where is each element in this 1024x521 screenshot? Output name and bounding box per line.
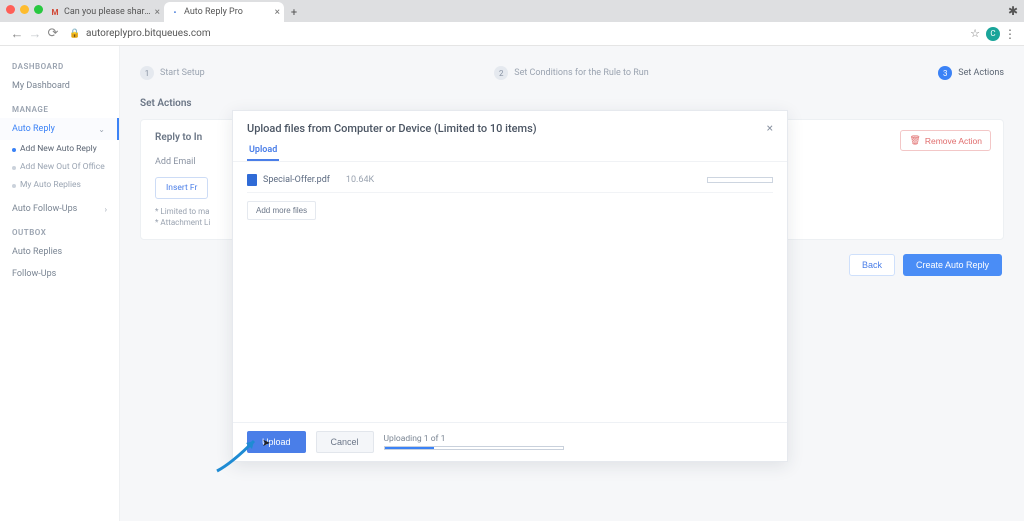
- gmail-icon: M: [50, 7, 60, 17]
- chevron-down-icon: ⌄: [98, 125, 105, 134]
- address-bar: ← → ⟳ 🔒 autoreplypro.bitqueues.com ☆ C ⋮: [0, 22, 1024, 46]
- sidebar-heading-outbox: OUTBOX: [0, 220, 119, 241]
- lock-icon: 🔒: [68, 29, 82, 39]
- profile-avatar[interactable]: C: [986, 27, 1000, 41]
- modal-title: Upload files from Computer or Device (Li…: [247, 122, 537, 135]
- tab-title: Can you please share your mo…: [64, 7, 152, 17]
- back-icon[interactable]: ←: [8, 26, 26, 42]
- sidebar-item-auto-followups[interactable]: Auto Follow-Ups›: [0, 198, 119, 220]
- modal-tab-upload[interactable]: Upload: [247, 141, 279, 161]
- minimize-window-icon[interactable]: [20, 5, 29, 14]
- close-window-icon[interactable]: [6, 5, 15, 14]
- file-icon: [247, 174, 257, 186]
- close-tab-icon[interactable]: ×: [155, 7, 160, 18]
- sidebar: DASHBOARD My Dashboard MANAGE Auto Reply…: [0, 46, 120, 521]
- new-tab-button[interactable]: +: [284, 2, 304, 22]
- sidebar-item-auto-reply[interactable]: Auto Reply⌄: [0, 118, 119, 140]
- sidebar-item-my-dashboard[interactable]: My Dashboard: [0, 75, 119, 97]
- insert-button[interactable]: Insert Fr: [155, 177, 208, 199]
- gear-icon[interactable]: ✱: [1008, 4, 1018, 18]
- step-3[interactable]: 3Set Actions: [938, 66, 1004, 80]
- back-button[interactable]: Back: [849, 254, 895, 276]
- file-name: Special-Offer.pdf: [263, 175, 330, 185]
- upload-modal: Upload files from Computer or Device (Li…: [232, 110, 788, 462]
- chevron-right-icon: ›: [105, 205, 107, 214]
- create-auto-reply-button[interactable]: Create Auto Reply: [903, 254, 1002, 276]
- sidebar-sub-my-auto-replies[interactable]: My Auto Replies: [0, 176, 119, 194]
- browser-menu-icon[interactable]: ⋮: [1004, 27, 1016, 41]
- file-size: 10.64K: [346, 175, 374, 185]
- add-more-files-button[interactable]: Add more files: [247, 201, 316, 220]
- sidebar-item-auto-replies[interactable]: Auto Replies: [0, 241, 119, 263]
- browser-tab-app[interactable]: • Auto Reply Pro ×: [164, 2, 284, 22]
- step-2[interactable]: 2Set Conditions for the Rule to Run: [494, 66, 648, 80]
- maximize-window-icon[interactable]: [34, 5, 43, 14]
- sidebar-sub-add-new-auto-reply[interactable]: Add New Auto Reply: [0, 140, 119, 158]
- sidebar-sub-add-new-ooo[interactable]: Add New Out Of Office: [0, 158, 119, 176]
- sidebar-heading-dashboard: DASHBOARD: [0, 54, 119, 75]
- reload-icon[interactable]: ⟳: [44, 26, 62, 41]
- stepper: 1Start Setup 2Set Conditions for the Rul…: [140, 58, 1004, 96]
- window-controls: [6, 5, 43, 14]
- browser-tab-strip: M Can you please share your mo… × • Auto…: [0, 0, 1024, 22]
- step-1[interactable]: 1Start Setup: [140, 66, 205, 80]
- cancel-button[interactable]: Cancel: [316, 431, 374, 453]
- app-favicon-icon: •: [170, 7, 180, 17]
- forward-icon[interactable]: →: [26, 26, 44, 42]
- remove-action-button[interactable]: 🗑 Remove Action: [900, 130, 991, 151]
- section-title: Set Actions: [140, 98, 1004, 109]
- upload-button[interactable]: Upload: [247, 431, 306, 453]
- overall-progress-bar: [384, 446, 564, 450]
- file-progress-bar: [707, 177, 773, 183]
- bookmark-icon[interactable]: ☆: [970, 27, 980, 40]
- uploading-status: Uploading 1 of 1: [384, 434, 564, 444]
- close-icon[interactable]: ×: [767, 121, 773, 135]
- tab-title: Auto Reply Pro: [184, 7, 243, 17]
- sidebar-heading-manage: MANAGE: [0, 97, 119, 118]
- sidebar-item-follow-ups[interactable]: Follow-Ups: [0, 263, 119, 285]
- url-text[interactable]: autoreplypro.bitqueues.com: [86, 28, 970, 39]
- file-row: Special-Offer.pdf 10.64K: [247, 168, 773, 193]
- browser-tab-gmail[interactable]: M Can you please share your mo… ×: [44, 2, 164, 22]
- close-tab-icon[interactable]: ×: [275, 7, 280, 18]
- trash-icon: 🗑: [909, 135, 920, 146]
